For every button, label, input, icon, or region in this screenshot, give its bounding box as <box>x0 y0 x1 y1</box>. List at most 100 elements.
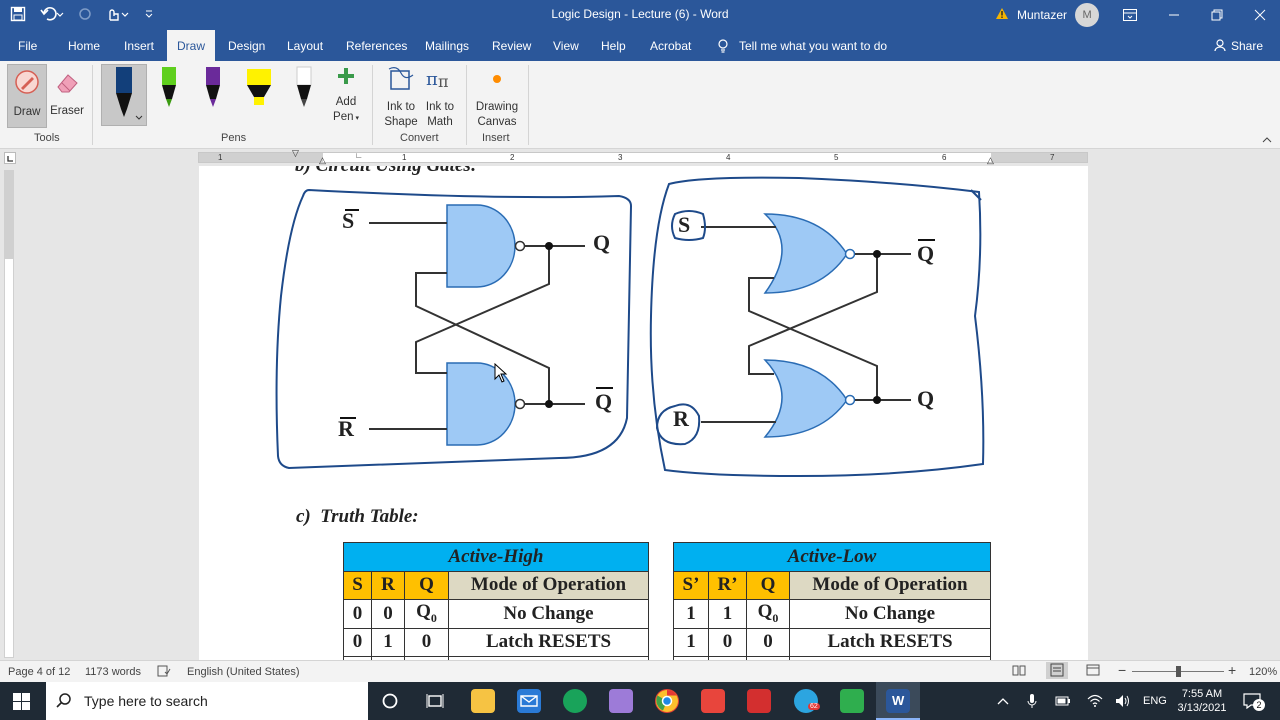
column-header: S’ <box>673 570 709 600</box>
word-count[interactable]: 1173 words <box>85 666 141 678</box>
tab-design[interactable]: Design <box>228 30 265 61</box>
tab-layout[interactable]: Layout <box>287 30 323 61</box>
chrome-icon[interactable] <box>655 689 679 713</box>
tab-selector-icon[interactable] <box>4 152 16 164</box>
tell-me-text: Tell me what you want to do <box>739 38 888 53</box>
notifications-icon[interactable]: 2 <box>1243 682 1265 720</box>
collapse-ribbon-icon[interactable] <box>1262 133 1272 147</box>
read-mode-icon[interactable] <box>1012 664 1026 679</box>
zoom-level[interactable]: 120% <box>1249 666 1277 678</box>
print-layout-icon[interactable] <box>1046 662 1068 679</box>
svg-text:π: π <box>426 69 438 90</box>
page-count[interactable]: Page 4 of 12 <box>8 666 70 678</box>
table-cell: 0 <box>343 627 372 657</box>
person-icon <box>1214 39 1226 52</box>
tab-file[interactable]: File <box>18 30 37 61</box>
ink-to-math-label-1: Ink to <box>425 101 455 113</box>
left-indent-marker[interactable]: △ <box>319 155 326 166</box>
ink-to-math-button[interactable]: ππ Ink to Math <box>422 65 458 130</box>
volume-icon[interactable] <box>1115 682 1131 720</box>
camtasia-icon[interactable] <box>840 689 864 713</box>
column-header: S <box>343 570 372 600</box>
table-cell: 1 <box>708 599 747 629</box>
web-layout-icon[interactable] <box>1086 664 1100 679</box>
clock-time: 7:55 AM <box>1181 688 1223 700</box>
tab-home[interactable]: Home <box>68 30 100 61</box>
network-app-icon[interactable] <box>563 689 587 713</box>
tab-review[interactable]: Review <box>492 30 531 61</box>
taskbar-search-box[interactable]: Type here to search <box>46 682 368 720</box>
microphone-icon[interactable] <box>1027 682 1037 720</box>
lightbulb-icon <box>718 38 728 53</box>
minimize-icon[interactable] <box>1152 0 1196 30</box>
pen-black-icon <box>116 67 132 117</box>
tab-references[interactable]: References <box>346 30 407 61</box>
table-title: Active-High <box>343 542 649 572</box>
close-icon[interactable] <box>1238 0 1280 30</box>
screen-recorder-icon[interactable] <box>701 689 725 713</box>
mail-icon[interactable] <box>517 689 541 713</box>
battery-icon[interactable] <box>1055 682 1071 720</box>
highlighter-yellow[interactable] <box>244 65 274 116</box>
tab-view[interactable]: View <box>553 30 579 61</box>
column-header: Mode of Operation <box>448 570 649 600</box>
input-language[interactable]: ENG <box>1143 682 1167 720</box>
eraser-button[interactable]: Eraser <box>49 64 85 119</box>
q-value: Q <box>416 601 431 623</box>
horizontal-ruler[interactable]: ▽ △ △ ∟ 1 1 2 3 4 5 6 7 <box>198 148 1088 166</box>
share-button[interactable]: Share <box>1214 30 1263 61</box>
zoom-in-button[interactable]: + <box>1228 662 1236 678</box>
vertical-scrollbar[interactable] <box>1266 166 1280 660</box>
zoom-out-button[interactable]: − <box>1118 662 1126 678</box>
pen-black-selected[interactable] <box>101 64 147 126</box>
right-r-label: R <box>673 406 689 431</box>
first-line-indent-marker[interactable]: ▽ <box>292 148 299 159</box>
acrobat-icon[interactable] <box>747 689 771 713</box>
tab-draw[interactable]: Draw <box>167 30 216 61</box>
proofing-icon[interactable] <box>157 665 171 680</box>
vertical-ruler[interactable] <box>4 170 14 658</box>
add-pen-chevron-icon: ▾ <box>353 115 359 122</box>
status-bar: Page 4 of 12 1173 words English (United … <box>0 660 1280 682</box>
show-hidden-icons[interactable] <box>997 682 1009 720</box>
draw-label: Draw <box>13 106 41 118</box>
tab-help[interactable]: Help <box>601 30 626 61</box>
ribbon-display-options-icon[interactable] <box>1108 0 1152 30</box>
draw-tool-button[interactable]: Draw <box>7 64 47 128</box>
table-cell: 1 <box>371 627 405 657</box>
language-status[interactable]: English (United States) <box>187 666 300 678</box>
right-indent-marker[interactable]: △ <box>987 155 994 166</box>
cortana-icon[interactable] <box>382 693 398 712</box>
pen-green[interactable] <box>157 65 181 116</box>
right-q-bar-label: Q <box>917 241 935 266</box>
wifi-icon[interactable] <box>1087 682 1103 720</box>
insert-group-label: Insert <box>482 132 510 144</box>
ink-to-shape-button[interactable]: Ink to Shape <box>382 65 420 130</box>
add-pen-button[interactable]: Add Pen ▾ <box>330 66 362 126</box>
tell-me-box[interactable]: Tell me what you want to do <box>717 30 887 61</box>
zoom-slider-thumb[interactable] <box>1176 666 1181 677</box>
paint-app-icon[interactable] <box>609 689 633 713</box>
separator <box>466 65 467 145</box>
file-explorer-icon[interactable] <box>471 689 495 713</box>
drawing-canvas-button[interactable]: Drawing Canvas <box>474 65 520 130</box>
tab-mailings[interactable]: Mailings <box>425 30 469 61</box>
user-account[interactable]: Muntazer M <box>995 0 1100 30</box>
tab-acrobat[interactable]: Acrobat <box>650 30 691 61</box>
document-page[interactable]: b) Circuit Using Gates: <box>199 166 1088 660</box>
drawing-canvas-icon <box>493 75 501 83</box>
pen-purple[interactable] <box>201 65 225 116</box>
pen-pencil[interactable] <box>292 65 316 116</box>
task-view-icon[interactable] <box>426 693 444 712</box>
tab-insert[interactable]: Insert <box>124 30 154 61</box>
word-taskbar-button[interactable]: W <box>876 682 920 720</box>
telegram-icon[interactable]: 62 <box>794 689 820 713</box>
add-pen-label-1: Add <box>335 96 357 108</box>
windows-start-icon[interactable] <box>13 693 30 713</box>
column-header: R’ <box>708 570 747 600</box>
restore-icon[interactable] <box>1195 0 1239 30</box>
add-pen-label-2: Pen <box>333 111 354 123</box>
q-value: Q <box>757 601 773 623</box>
mouse-cursor-icon <box>494 363 508 383</box>
clock[interactable]: 7:55 AM 3/13/2021 <box>1172 682 1232 720</box>
